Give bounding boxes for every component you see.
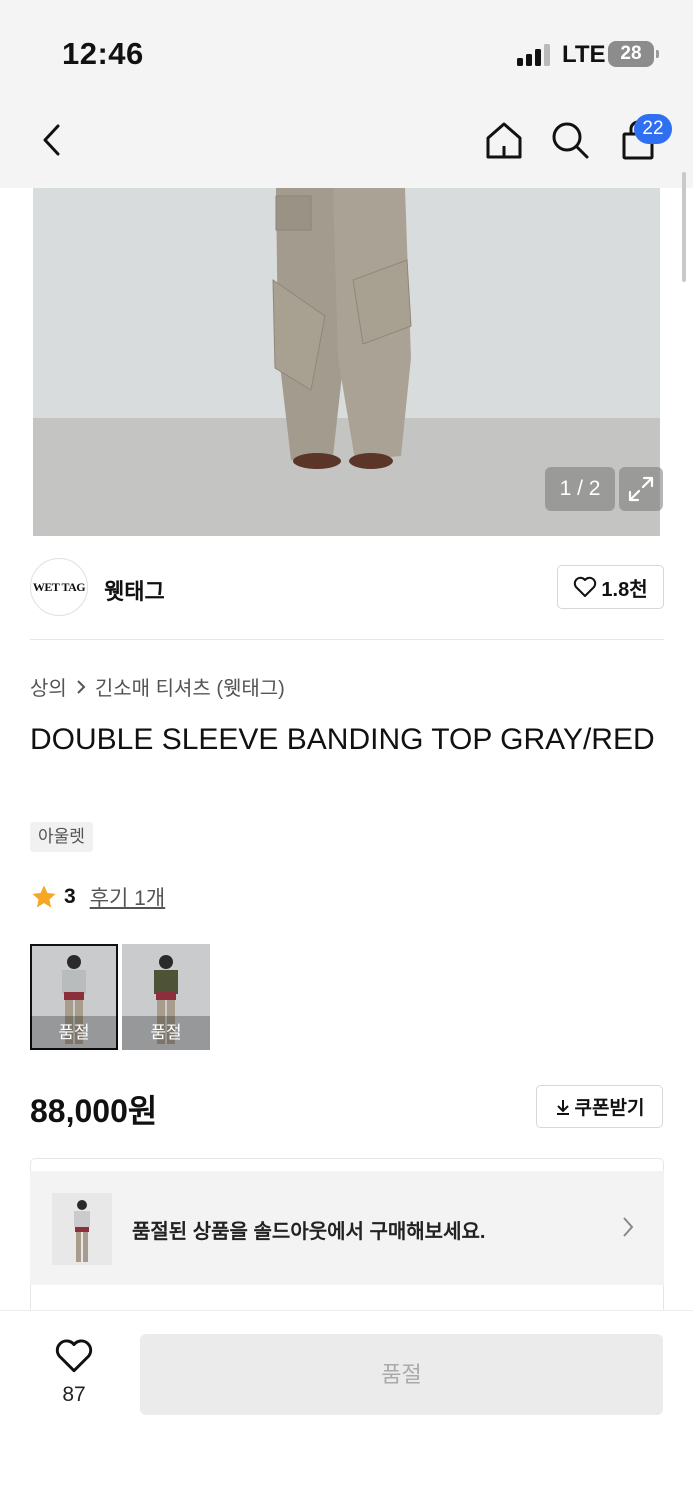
brand-name[interactable]: 웻태그	[104, 574, 165, 606]
product-price: 88,000원	[30, 1093, 158, 1129]
status-bar: 12:46 LTE 28	[0, 0, 693, 100]
rating-row: 3 후기 1개	[30, 882, 165, 912]
soldout-buy-button[interactable]: 품절	[140, 1334, 663, 1415]
breadcrumb-subcategory[interactable]: 긴소매 티셔츠 (웻태그)	[95, 672, 285, 701]
chevron-right-icon	[623, 1217, 634, 1237]
scrollbar[interactable]	[682, 172, 686, 282]
divider	[30, 639, 664, 640]
battery-icon: 28	[608, 41, 659, 67]
product-title: DOUBLE SLEEVE BANDING TOP GRAY/RED	[30, 723, 655, 756]
expand-icon	[628, 476, 654, 502]
coupon-label: 쿠폰받기	[574, 1098, 645, 1119]
brand-like-count: 1.8천	[601, 578, 648, 601]
network-label: LTE	[562, 41, 606, 68]
wishlist-count: 87	[62, 1383, 86, 1406]
reviews-link[interactable]: 후기 1개	[90, 882, 165, 912]
chevron-left-icon	[43, 124, 60, 156]
home-icon	[486, 122, 522, 159]
brand-logo[interactable]: WET TAG	[30, 558, 88, 616]
heart-icon	[574, 576, 597, 597]
chevron-right-icon	[77, 679, 86, 694]
outlet-tag: 아울렛	[30, 822, 93, 852]
image-counter: 1 / 2	[545, 467, 615, 511]
variant-option[interactable]: 품절	[30, 944, 118, 1050]
status-time: 12:46	[62, 36, 144, 71]
breadcrumb-category[interactable]: 상의	[30, 672, 67, 701]
star-icon	[32, 885, 56, 908]
wishlist-button[interactable]: 87	[50, 1338, 98, 1407]
home-button[interactable]	[480, 116, 528, 164]
variant-option[interactable]: 품절	[122, 944, 210, 1050]
heart-icon	[55, 1339, 93, 1373]
download-icon	[556, 1099, 569, 1115]
coupon-button[interactable]: 쿠폰받기	[536, 1085, 663, 1128]
top-nav	[0, 100, 693, 188]
brand-row: WET TAG 웻태그 1.8천	[30, 558, 664, 618]
soldout-banner[interactable]: 품절된 상품을 솔드아웃에서 구매해보세요.	[30, 1171, 664, 1285]
brand-like-button[interactable]: 1.8천	[557, 565, 664, 609]
expand-button[interactable]	[619, 467, 663, 511]
soldout-banner-text: 품절된 상품을 솔드아웃에서 구매해보세요.	[132, 1221, 486, 1243]
search-button[interactable]	[546, 116, 594, 164]
rating-score: 3	[64, 885, 76, 908]
breadcrumb: 상의 긴소매 티셔츠 (웻태그)	[30, 672, 285, 701]
signal-icon	[517, 44, 553, 66]
variant-list: 품절 품절	[30, 944, 210, 1050]
soldout-thumbnail	[52, 1193, 112, 1265]
cart-count-badge: 22	[634, 114, 672, 144]
variant-soldout-label: 품절	[30, 1016, 118, 1050]
search-icon	[552, 122, 589, 159]
back-button[interactable]	[28, 116, 76, 164]
variant-soldout-label: 품절	[122, 1016, 210, 1050]
